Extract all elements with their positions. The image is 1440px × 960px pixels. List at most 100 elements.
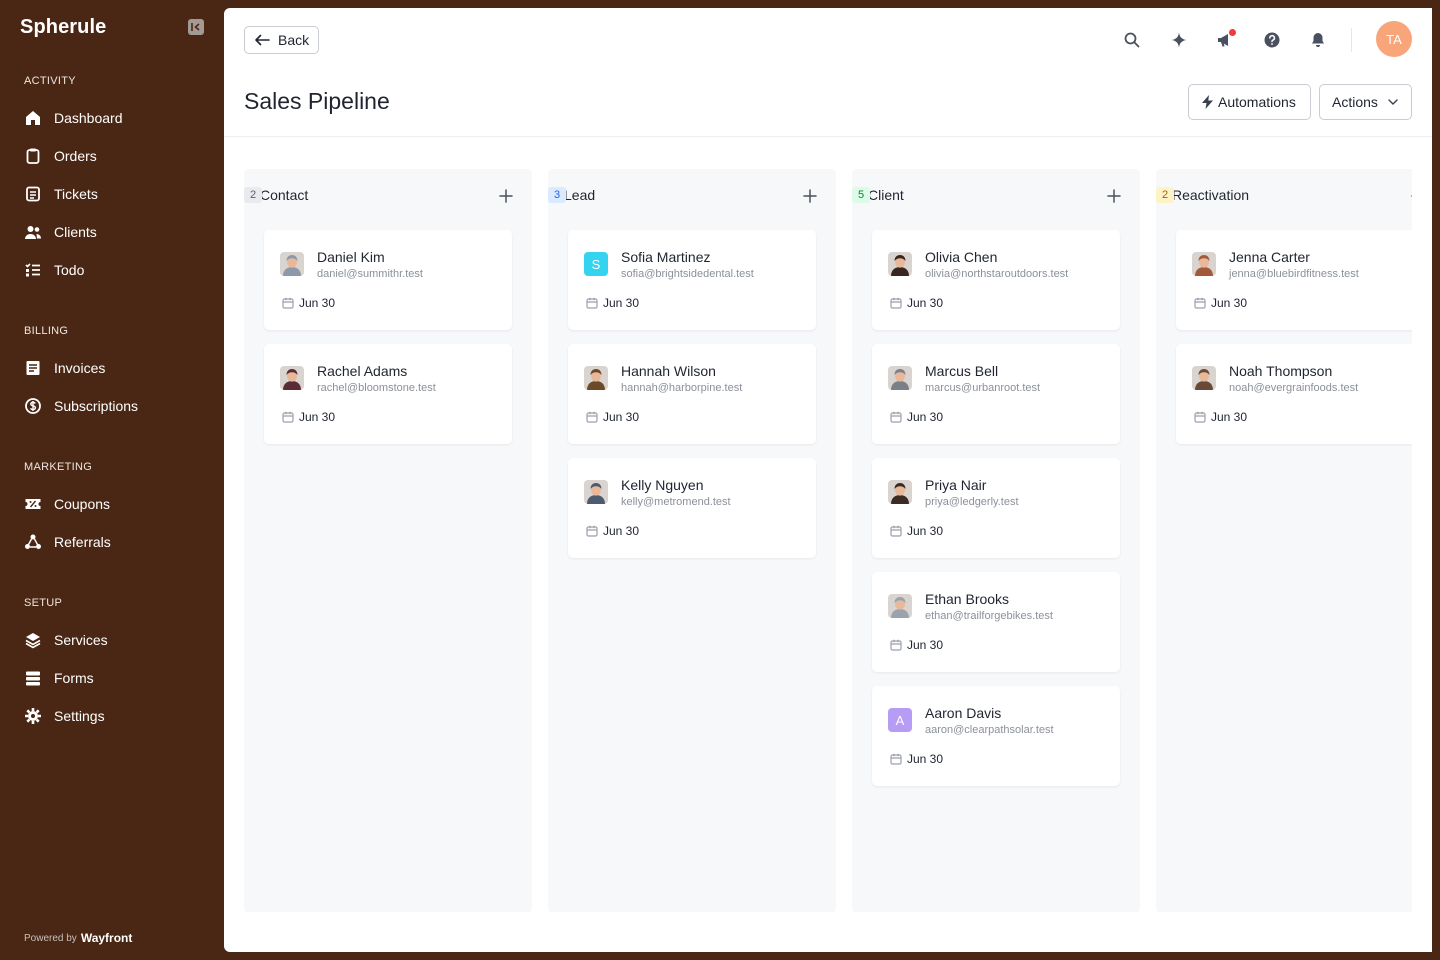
pipeline-card[interactable]: A Aaron Davis aaron@clearpathsolar.test Jun… bbox=[872, 686, 1120, 786]
sidebar-item-label: Subscriptions bbox=[54, 398, 139, 414]
sidebar-item-todo[interactable]: Todo bbox=[24, 259, 204, 281]
sidebar-item-label: Orders bbox=[54, 148, 97, 164]
sidebar-section-label: BILLING bbox=[24, 325, 69, 337]
clipboard-icon bbox=[26, 148, 40, 164]
contact-avatar bbox=[888, 594, 912, 618]
contact-name: Rachel Adams bbox=[317, 363, 408, 379]
contact-name: Olivia Chen bbox=[925, 249, 998, 265]
add-card-icon[interactable] bbox=[1410, 188, 1412, 204]
contact-name: Kelly Nguyen bbox=[621, 477, 704, 493]
contact-name: Noah Thompson bbox=[1229, 363, 1333, 379]
sparkle-icon[interactable] bbox=[1170, 31, 1188, 49]
notification-dot bbox=[1229, 29, 1236, 36]
contact-avatar bbox=[280, 366, 304, 390]
contact-email: rachel@bloomstone.test bbox=[317, 382, 436, 394]
invoice-icon bbox=[26, 361, 40, 375]
home-icon bbox=[26, 111, 40, 125]
contact-avatar bbox=[1192, 252, 1216, 276]
add-card-icon[interactable] bbox=[802, 188, 818, 204]
sidebar-section-label: MARKETING bbox=[24, 461, 93, 473]
powered-by-label: Powered by bbox=[24, 932, 77, 944]
pipeline-card[interactable]: Marcus Bell marcus@urbanroot.test Jun 30 bbox=[872, 344, 1120, 444]
pipeline-card[interactable]: Hannah Wilson hannah@harborpine.test Jun 3… bbox=[568, 344, 816, 444]
calendar-icon bbox=[586, 410, 598, 423]
card-date: Jun 30 bbox=[603, 410, 640, 424]
sidebar-item-coupons[interactable]: Coupons bbox=[24, 493, 204, 515]
column-count-badge: 3 bbox=[548, 187, 566, 203]
coupon-icon bbox=[25, 499, 41, 509]
sidebar-item-dashboard[interactable]: Dashboard bbox=[24, 107, 204, 129]
contact-email: marcus@urbanroot.test bbox=[925, 382, 1041, 394]
contact-avatar bbox=[280, 252, 304, 276]
card-date: Jun 30 bbox=[603, 524, 640, 538]
sidebar-item-settings[interactable]: Settings bbox=[24, 705, 204, 727]
add-card-icon[interactable] bbox=[1106, 188, 1122, 204]
contact-email: sofia@brightsidedental.test bbox=[621, 268, 754, 280]
search-icon[interactable] bbox=[1123, 31, 1141, 49]
pipeline-card[interactable]: Kelly Nguyen kelly@metromend.test Jun 30 bbox=[568, 458, 816, 558]
add-card-icon[interactable] bbox=[498, 188, 514, 204]
bell-icon[interactable] bbox=[1309, 31, 1327, 49]
forms-icon bbox=[26, 671, 40, 686]
pipeline-card[interactable]: Priya Nair priya@ledgerly.test Jun 30 bbox=[872, 458, 1120, 558]
calendar-icon bbox=[890, 296, 902, 309]
pipeline-card[interactable]: Ethan Brooks ethan@trailforgebikes.test Ju… bbox=[872, 572, 1120, 672]
pipeline-column-reactivation: Reactivation 2 Jenna Carter jenna@bluebirdf… bbox=[1156, 169, 1412, 912]
help-icon[interactable] bbox=[1263, 31, 1281, 49]
column-title: Contact bbox=[260, 187, 309, 203]
pipeline-card[interactable]: Noah Thompson noah@evergrainfoods.test Jun… bbox=[1176, 344, 1412, 444]
calendar-icon bbox=[586, 524, 598, 537]
card-date: Jun 30 bbox=[907, 752, 944, 766]
collapse-sidebar-icon[interactable] bbox=[188, 19, 204, 35]
pipeline-card[interactable]: Olivia Chen olivia@northstaroutdoors.test… bbox=[872, 230, 1120, 330]
lightning-icon bbox=[1202, 95, 1213, 109]
pipeline-card[interactable]: Jenna Carter jenna@bluebirdfitness.test Ju… bbox=[1176, 230, 1412, 330]
main-panel: Back TA Sales Pipeline Automations Actio… bbox=[224, 8, 1432, 952]
calendar-icon bbox=[890, 752, 902, 765]
sidebar-item-services[interactable]: Services bbox=[24, 629, 204, 651]
contact-name: Daniel Kim bbox=[317, 249, 385, 265]
contact-avatar: S bbox=[584, 252, 608, 276]
pipeline-card[interactable]: S Sofia Martinez sofia@brightsidedental.te… bbox=[568, 230, 816, 330]
contact-avatar bbox=[1192, 366, 1216, 390]
back-button[interactable]: Back bbox=[244, 26, 319, 54]
calendar-icon bbox=[586, 296, 598, 309]
actions-dropdown[interactable]: Actions bbox=[1319, 84, 1412, 120]
powered-by-brand[interactable]: Wayfront bbox=[81, 931, 133, 945]
automations-label: Automations bbox=[1218, 94, 1296, 110]
sidebar-item-label: Tickets bbox=[54, 186, 98, 202]
sidebar-item-tickets[interactable]: Tickets bbox=[24, 183, 204, 205]
user-avatar[interactable]: TA bbox=[1376, 21, 1412, 57]
pipeline-column-lead: Lead 3 S Sofia Martinez sofia@brightsidedent… bbox=[548, 169, 836, 912]
sidebar-item-orders[interactable]: Orders bbox=[24, 145, 204, 167]
sidebar-item-forms[interactable]: Forms bbox=[24, 667, 204, 689]
pipeline-column-client: Client 5 Olivia Chen olivia@northstaroutdoo… bbox=[852, 169, 1140, 912]
calendar-icon bbox=[890, 524, 902, 537]
sidebar-item-invoices[interactable]: Invoices bbox=[24, 357, 204, 379]
contact-email: kelly@metromend.test bbox=[621, 496, 731, 508]
contact-email: priya@ledgerly.test bbox=[925, 496, 1019, 508]
card-date: Jun 30 bbox=[1211, 296, 1248, 310]
card-date: Jun 30 bbox=[907, 410, 944, 424]
pipeline-card[interactable]: Rachel Adams rachel@bloomstone.test Jun 30 bbox=[264, 344, 512, 444]
dollar-cycle-icon bbox=[25, 398, 41, 414]
powered-by: Powered by Wayfront bbox=[24, 931, 132, 945]
pipeline-column-contact: Contact 2 Daniel Kim daniel@summithr.test Ju… bbox=[244, 169, 532, 912]
sidebar-item-subscriptions[interactable]: Subscriptions bbox=[24, 395, 204, 417]
sidebar-section-label: SETUP bbox=[24, 597, 63, 609]
sidebar-item-referrals[interactable]: Referrals bbox=[24, 531, 204, 553]
brand-logo[interactable]: Spherule bbox=[20, 16, 106, 39]
sidebar-item-label: Invoices bbox=[54, 360, 106, 376]
sidebar-item-label: Forms bbox=[54, 670, 94, 686]
contact-name: Jenna Carter bbox=[1229, 249, 1310, 265]
pipeline-card[interactable]: Daniel Kim daniel@summithr.test Jun 30 bbox=[264, 230, 512, 330]
sidebar-item-label: Dashboard bbox=[54, 110, 123, 126]
calendar-icon bbox=[890, 410, 902, 423]
automations-button[interactable]: Automations bbox=[1188, 84, 1311, 120]
back-label: Back bbox=[278, 32, 310, 48]
sidebar-item-label: Referrals bbox=[54, 534, 111, 550]
layers-icon bbox=[25, 633, 41, 649]
sidebar-item-clients[interactable]: Clients bbox=[24, 221, 204, 243]
pipeline-board: Contact 2 Daniel Kim daniel@summithr.test Ju… bbox=[244, 169, 1412, 912]
contact-name: Sofia Martinez bbox=[621, 249, 711, 265]
